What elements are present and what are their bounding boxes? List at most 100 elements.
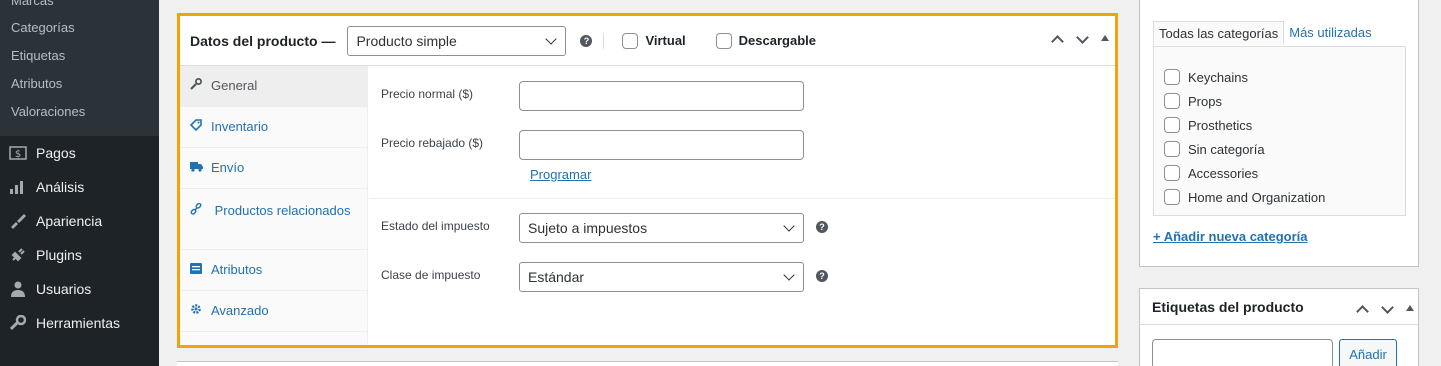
downloadable-checkbox-label[interactable]: Descargable: [715, 32, 816, 49]
truck-icon: [190, 160, 204, 176]
wrench-icon: [190, 78, 204, 94]
add-tag-button[interactable]: Añadir: [1339, 339, 1397, 366]
menu-label: Plugins: [36, 247, 82, 263]
category-label: Props: [1188, 93, 1222, 109]
menu-item-herramientas[interactable]: Herramientas: [0, 306, 159, 340]
menu-label: Herramientas: [36, 315, 121, 331]
dollar-box-icon: $: [8, 143, 28, 163]
tab-inventario[interactable]: Inventario: [180, 107, 367, 148]
new-tag-input[interactable]: [1152, 339, 1333, 366]
category-checklist: Keychains Props Prosthetics Sin categorí…: [1153, 46, 1406, 216]
downloadable-checkbox[interactable]: [715, 32, 732, 49]
next-metabox-edge: [177, 361, 1118, 366]
product-data-body: General Inventario Envío Productos relac…: [180, 66, 1115, 345]
menu-item-apariencia[interactable]: Apariencia: [0, 204, 159, 238]
product-data-title: Datos del producto —: [190, 32, 336, 49]
sale-price-field: Precio rebajado ($) Programar: [369, 130, 1115, 182]
gear-icon: [190, 303, 204, 319]
collapse-toggle-icon[interactable]: [1101, 35, 1109, 41]
move-down-icon[interactable]: [1076, 30, 1089, 44]
tab-all-categories[interactable]: Todas las categorías: [1153, 21, 1285, 45]
tab-most-used[interactable]: Más utilizadas: [1284, 21, 1376, 45]
category-item[interactable]: Prosthetics: [1164, 113, 1405, 137]
user-icon: [8, 279, 28, 299]
tab-productos-relacionados[interactable]: Productos relacionados: [180, 189, 367, 250]
category-label: Accessories: [1188, 165, 1259, 181]
submenu-item-marcas[interactable]: Marcas: [0, 0, 159, 14]
virtual-checkbox[interactable]: [622, 32, 639, 49]
tax-class-select[interactable]: Estándar: [519, 262, 804, 292]
general-panel: Precio normal ($) Precio rebajado ($) Pr…: [369, 66, 1115, 345]
submenu-item-valoraciones[interactable]: Valoraciones: [0, 98, 159, 126]
link-icon: [190, 202, 204, 219]
tab-label: Atributos: [211, 262, 263, 277]
category-label: Home and Organization: [1188, 189, 1326, 205]
sale-price-input[interactable]: [519, 130, 804, 160]
move-up-icon[interactable]: [1356, 305, 1369, 318]
list-icon: [190, 262, 204, 278]
category-item[interactable]: Sin categoría: [1164, 137, 1405, 161]
move-down-icon[interactable]: [1381, 300, 1394, 314]
help-icon[interactable]: ?: [580, 34, 593, 47]
collapse-toggle-icon[interactable]: [1406, 305, 1414, 311]
menu-item-plugins[interactable]: Plugins: [0, 238, 159, 272]
category-checkbox[interactable]: [1164, 93, 1180, 109]
tab-general[interactable]: General: [180, 66, 367, 107]
schedule-sale-link[interactable]: Programar: [530, 167, 591, 182]
menu-item-usuarios[interactable]: Usuarios: [0, 272, 159, 306]
category-item[interactable]: Home and Organization: [1164, 185, 1405, 209]
category-item[interactable]: Keychains: [1164, 65, 1405, 89]
menu-label: Usuarios: [36, 281, 92, 297]
products-submenu: Marcas Categorías Etiquetas Atributos Va…: [0, 0, 159, 136]
paintbrush-icon: [8, 211, 28, 231]
category-checkbox[interactable]: [1164, 165, 1180, 181]
product-data-tabs: General Inventario Envío Productos relac…: [180, 66, 368, 345]
submenu-item-atributos[interactable]: Atributos: [0, 70, 159, 98]
tab-envio[interactable]: Envío: [180, 148, 367, 189]
product-data-metabox: Datos del producto — Producto simple ? V…: [177, 13, 1118, 348]
chevron-down-icon: [783, 220, 795, 232]
help-icon[interactable]: ?: [816, 221, 828, 233]
virtual-checkbox-label[interactable]: Virtual: [622, 32, 686, 49]
product-type-select[interactable]: Producto simple: [347, 25, 567, 56]
regular-price-field: Precio normal ($): [369, 81, 1115, 130]
sale-price-label: Precio rebajado ($): [381, 136, 484, 150]
menu-item-analisis[interactable]: Análisis: [0, 170, 159, 204]
divider: [603, 32, 605, 49]
category-checkbox[interactable]: [1164, 117, 1180, 133]
tab-label: Inventario: [211, 119, 269, 134]
tax-status-select[interactable]: Sujeto a impuestos: [519, 213, 804, 243]
move-up-icon[interactable]: [1051, 35, 1064, 48]
help-icon[interactable]: ?: [816, 270, 828, 282]
bar-chart-icon: [8, 177, 28, 197]
downloadable-label: Descargable: [738, 33, 816, 48]
category-checkbox[interactable]: [1164, 69, 1180, 85]
menu-item-pagos[interactable]: $ Pagos: [0, 136, 159, 170]
regular-price-label: Precio normal ($): [381, 87, 474, 101]
regular-price-input[interactable]: [519, 81, 804, 111]
submenu-item-etiquetas[interactable]: Etiquetas: [0, 42, 159, 70]
metabox-controls: [1350, 300, 1414, 318]
product-data-header: Datos del producto — Producto simple ? V…: [180, 16, 1115, 66]
tab-avanzado[interactable]: Avanzado: [180, 291, 367, 332]
category-checkbox[interactable]: [1164, 141, 1180, 157]
product-type-value: Producto simple: [356, 32, 457, 49]
category-label: Prosthetics: [1188, 117, 1253, 133]
add-new-category-link[interactable]: + Añadir nueva categoría: [1153, 229, 1308, 244]
tax-group: Estado del impuesto Sujeto a impuestos ?…: [369, 199, 1115, 308]
category-item[interactable]: Props: [1164, 89, 1405, 113]
category-tabs: Todas las categorías Más utilizadas: [1153, 21, 1377, 45]
chevron-down-icon: [545, 32, 558, 45]
category-label: Sin categoría: [1188, 141, 1265, 157]
tax-status-label: Estado del impuesto: [381, 219, 490, 233]
tab-label: Envío: [211, 160, 245, 175]
tab-label: Productos relacionados: [214, 203, 351, 218]
tag-icon: [189, 119, 204, 135]
tab-atributos[interactable]: Atributos: [180, 250, 367, 291]
tab-label: General: [211, 78, 258, 93]
tax-status-field: Estado del impuesto Sujeto a impuestos ?: [369, 213, 1115, 262]
submenu-item-categorias[interactable]: Categorías: [0, 14, 159, 42]
tax-class-value: Estándar: [528, 269, 585, 285]
category-item[interactable]: Accessories: [1164, 161, 1405, 185]
category-checkbox[interactable]: [1164, 189, 1180, 205]
